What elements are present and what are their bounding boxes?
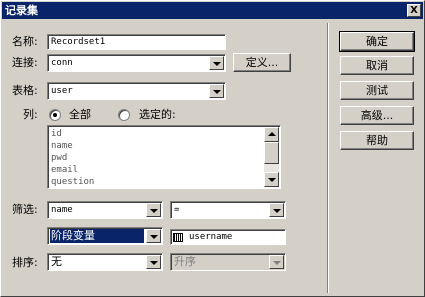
test-button[interactable]: 测试: [340, 81, 414, 100]
filter-value-text: username: [189, 232, 233, 242]
chevron-down-icon[interactable]: [146, 203, 161, 217]
filter-column-select[interactable]: name: [47, 201, 163, 219]
close-icon[interactable]: X: [407, 4, 421, 17]
list-item[interactable]: pwd: [51, 152, 94, 164]
columns-listbox[interactable]: id name pwd email question: [47, 125, 281, 189]
list-item[interactable]: email: [51, 164, 94, 176]
chevron-down-icon[interactable]: [269, 203, 284, 217]
name-label: 名称:: [12, 35, 38, 48]
radio-selected[interactable]: [118, 109, 130, 121]
title-bar[interactable]: 记录集 X: [2, 2, 423, 19]
scroll-thumb[interactable]: [264, 142, 279, 164]
filter-operator-select[interactable]: =: [170, 201, 286, 219]
filter-source-value: 阶段变量: [50, 229, 144, 243]
radio-all[interactable]: [49, 109, 61, 121]
chevron-down-icon[interactable]: [146, 229, 161, 243]
connection-label: 连接:: [12, 56, 38, 69]
window-title: 记录集: [5, 4, 38, 17]
vertical-divider: [327, 23, 329, 293]
filter-operator-value: =: [174, 205, 180, 215]
chevron-down-icon[interactable]: [209, 56, 224, 70]
connection-select[interactable]: conn: [47, 54, 226, 72]
sort-order-select: 升序: [170, 253, 286, 271]
define-button[interactable]: 定义...: [233, 53, 291, 72]
chevron-down-icon[interactable]: [209, 84, 224, 98]
filter-value-input[interactable]: username: [170, 229, 286, 245]
chevron-down-icon: [269, 255, 284, 269]
name-input[interactable]: Recordset1: [47, 34, 226, 50]
cancel-button[interactable]: 取消: [340, 56, 414, 75]
chevron-down-icon[interactable]: [146, 255, 161, 269]
sort-order-value: 升序: [174, 255, 196, 268]
scroll-down-icon[interactable]: [264, 172, 279, 187]
table-value: user: [51, 86, 73, 96]
filter-label: 筛选:: [12, 203, 38, 216]
table-label: 表格:: [12, 84, 38, 97]
parameter-icon: [173, 233, 183, 242]
filter-source-select[interactable]: 阶段变量: [47, 227, 163, 245]
help-button[interactable]: 帮助: [340, 131, 414, 150]
sort-column-value: 无: [51, 255, 62, 268]
columns-label: 列:: [23, 108, 38, 121]
advanced-button[interactable]: 高级...: [340, 106, 414, 125]
list-item[interactable]: question: [51, 176, 94, 188]
list-item[interactable]: name: [51, 140, 94, 152]
radio-all-label: 全部: [69, 108, 91, 121]
ok-button[interactable]: 确定: [339, 31, 415, 52]
columns-list: id name pwd email question: [51, 128, 94, 188]
table-select[interactable]: user: [47, 82, 226, 100]
list-item[interactable]: id: [51, 128, 94, 140]
radio-selected-label: 选定的:: [139, 108, 176, 121]
scroll-up-icon[interactable]: [264, 127, 279, 142]
connection-value: conn: [51, 58, 73, 68]
sort-label: 排序:: [12, 256, 38, 269]
columns-scrollbar[interactable]: [264, 127, 279, 187]
filter-column-value: name: [51, 205, 73, 215]
recordset-dialog: 记录集 X 名称: Recordset1 连接: conn 定义... 表格: …: [0, 0, 425, 297]
sort-column-select[interactable]: 无: [47, 253, 163, 271]
